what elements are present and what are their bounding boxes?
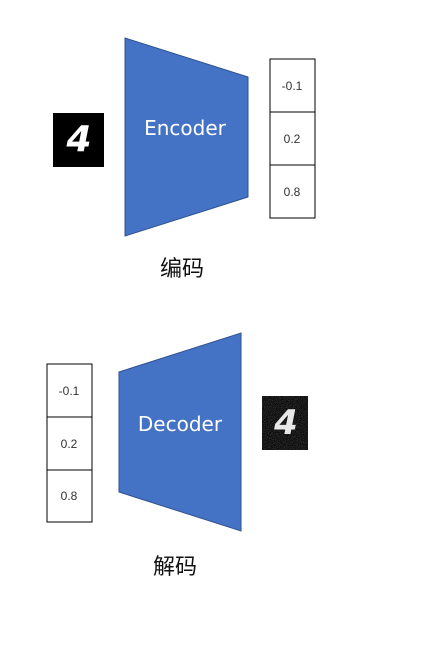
decoder-section: -0.1 0.2 0.8 Decoder 4 解码: [46, 332, 308, 580]
decoder-latent-vector: -0.1 0.2 0.8: [46, 363, 93, 523]
encoder-label: Encoder: [144, 116, 227, 140]
encoder-caption: 编码: [160, 257, 204, 282]
encoder-section: 4 Encoder -0.1 0.2 0.8 编码: [53, 37, 316, 282]
encoder-latent-vector: -0.1 0.2 0.8: [269, 58, 316, 219]
decoder-caption: 解码: [153, 555, 197, 580]
decoder-label: Decoder: [138, 412, 223, 436]
input-digit-glyph: 4: [65, 119, 91, 160]
autoencoder-diagram: 4 Encoder -0.1 0.2 0.8 编码 -0.1 0.2 0.8 D…: [46, 37, 316, 580]
decoder-vector-cell-3: 0.8: [61, 489, 78, 503]
decoder-vector-cell-1: -0.1: [59, 384, 80, 398]
decoder-vector-cell-2: 0.2: [61, 437, 78, 451]
encoder-vector-cell-3: 0.8: [284, 185, 301, 199]
encoder-vector-cell-1: -0.1: [282, 79, 303, 93]
output-digit-glyph: 4: [273, 403, 298, 443]
input-digit-image: 4: [53, 113, 104, 167]
output-digit-image: 4: [262, 396, 308, 450]
encoder-vector-cell-2: 0.2: [284, 132, 301, 146]
